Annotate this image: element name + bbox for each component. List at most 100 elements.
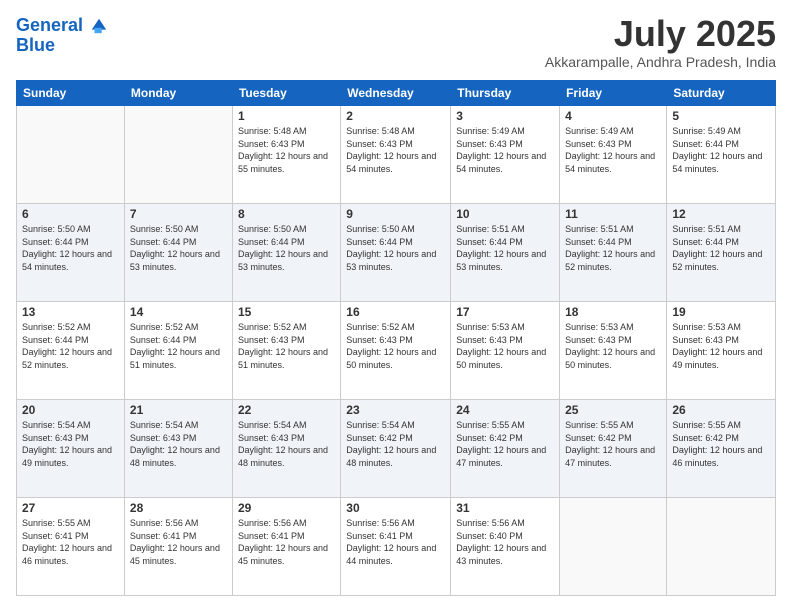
day-number: 5 [672,109,770,123]
calendar-cell: 22 Sunrise: 5:54 AM Sunset: 6:43 PM Dayli… [232,400,340,498]
day-number: 6 [22,207,119,221]
day-info: Sunrise: 5:52 AM Sunset: 6:43 PM Dayligh… [346,321,445,371]
day-info: Sunrise: 5:50 AM Sunset: 6:44 PM Dayligh… [22,223,119,273]
day-info: Sunrise: 5:50 AM Sunset: 6:44 PM Dayligh… [346,223,445,273]
calendar-cell: 8 Sunrise: 5:50 AM Sunset: 6:44 PM Daylig… [232,204,340,302]
calendar-cell: 31 Sunrise: 5:56 AM Sunset: 6:40 PM Dayli… [451,498,560,596]
day-number: 28 [130,501,227,515]
calendar-cell [667,498,776,596]
calendar-cell: 3 Sunrise: 5:49 AM Sunset: 6:43 PM Daylig… [451,106,560,204]
calendar-cell: 28 Sunrise: 5:56 AM Sunset: 6:41 PM Dayli… [124,498,232,596]
day-header-friday: Friday [560,81,667,106]
day-number: 11 [565,207,661,221]
day-number: 21 [130,403,227,417]
day-number: 16 [346,305,445,319]
calendar-cell: 27 Sunrise: 5:55 AM Sunset: 6:41 PM Dayli… [17,498,125,596]
day-number: 17 [456,305,554,319]
day-info: Sunrise: 5:50 AM Sunset: 6:44 PM Dayligh… [130,223,227,273]
calendar-cell: 7 Sunrise: 5:50 AM Sunset: 6:44 PM Daylig… [124,204,232,302]
calendar-cell: 24 Sunrise: 5:55 AM Sunset: 6:42 PM Dayli… [451,400,560,498]
day-info: Sunrise: 5:56 AM Sunset: 6:41 PM Dayligh… [130,517,227,567]
calendar-cell: 13 Sunrise: 5:52 AM Sunset: 6:44 PM Dayli… [17,302,125,400]
day-header-wednesday: Wednesday [341,81,451,106]
day-number: 27 [22,501,119,515]
day-number: 23 [346,403,445,417]
day-info: Sunrise: 5:54 AM Sunset: 6:43 PM Dayligh… [130,419,227,469]
day-number: 14 [130,305,227,319]
logo-blue: Blue [16,36,108,56]
calendar-table: SundayMondayTuesdayWednesdayThursdayFrid… [16,80,776,596]
day-number: 22 [238,403,335,417]
calendar-cell: 14 Sunrise: 5:52 AM Sunset: 6:44 PM Dayli… [124,302,232,400]
day-number: 8 [238,207,335,221]
day-number: 31 [456,501,554,515]
calendar-cell [124,106,232,204]
calendar-week-row: 1Sunrise: 5:48 AM Sunset: 6:43 PM Daylig… [17,106,776,204]
calendar-cell: 11Sunrise: 5:51 AM Sunset: 6:44 PM Dayli… [560,204,667,302]
day-number: 19 [672,305,770,319]
calendar-cell [17,106,125,204]
calendar-cell: 5 Sunrise: 5:49 AM Sunset: 6:44 PM Daylig… [667,106,776,204]
day-info: Sunrise: 5:55 AM Sunset: 6:42 PM Dayligh… [456,419,554,469]
day-number: 26 [672,403,770,417]
calendar-cell: 10Sunrise: 5:51 AM Sunset: 6:44 PM Dayli… [451,204,560,302]
day-number: 24 [456,403,554,417]
calendar-cell: 29 Sunrise: 5:56 AM Sunset: 6:41 PM Dayli… [232,498,340,596]
day-info: Sunrise: 5:52 AM Sunset: 6:43 PM Dayligh… [238,321,335,371]
day-info: Sunrise: 5:50 AM Sunset: 6:44 PM Dayligh… [238,223,335,273]
calendar-cell: 20 Sunrise: 5:54 AM Sunset: 6:43 PM Dayli… [17,400,125,498]
calendar-cell: 2Sunrise: 5:48 AM Sunset: 6:43 PM Daylig… [341,106,451,204]
calendar-cell: 30Sunrise: 5:56 AM Sunset: 6:41 PM Dayli… [341,498,451,596]
calendar-cell: 19Sunrise: 5:53 AM Sunset: 6:43 PM Dayli… [667,302,776,400]
day-number: 18 [565,305,661,319]
calendar-week-row: 13 Sunrise: 5:52 AM Sunset: 6:44 PM Dayli… [17,302,776,400]
calendar-header-row: SundayMondayTuesdayWednesdayThursdayFrid… [17,81,776,106]
day-number: 30 [346,501,445,515]
calendar-week-row: 6 Sunrise: 5:50 AM Sunset: 6:44 PM Daylig… [17,204,776,302]
calendar-week-row: 27 Sunrise: 5:55 AM Sunset: 6:41 PM Dayli… [17,498,776,596]
day-number: 25 [565,403,661,417]
day-header-saturday: Saturday [667,81,776,106]
day-number: 15 [238,305,335,319]
calendar-cell: 26Sunrise: 5:55 AM Sunset: 6:42 PM Dayli… [667,400,776,498]
day-number: 12 [672,207,770,221]
day-info: Sunrise: 5:49 AM Sunset: 6:43 PM Dayligh… [456,125,554,175]
calendar-cell: 1Sunrise: 5:48 AM Sunset: 6:43 PM Daylig… [232,106,340,204]
day-info: Sunrise: 5:52 AM Sunset: 6:44 PM Dayligh… [130,321,227,371]
day-info: Sunrise: 5:55 AM Sunset: 6:42 PM Dayligh… [565,419,661,469]
day-info: Sunrise: 5:56 AM Sunset: 6:41 PM Dayligh… [238,517,335,567]
logo-icon [90,17,108,35]
day-number: 20 [22,403,119,417]
calendar-cell: 9Sunrise: 5:50 AM Sunset: 6:44 PM Daylig… [341,204,451,302]
day-header-thursday: Thursday [451,81,560,106]
day-header-monday: Monday [124,81,232,106]
day-info: Sunrise: 5:51 AM Sunset: 6:44 PM Dayligh… [672,223,770,273]
calendar-cell: 21 Sunrise: 5:54 AM Sunset: 6:43 PM Dayli… [124,400,232,498]
calendar-cell: 16 Sunrise: 5:52 AM Sunset: 6:43 PM Dayli… [341,302,451,400]
page: General Blue July 2025 Akkarampalle, And… [0,0,792,612]
day-info: Sunrise: 5:48 AM Sunset: 6:43 PM Dayligh… [238,125,335,175]
day-info: Sunrise: 5:54 AM Sunset: 6:43 PM Dayligh… [238,419,335,469]
day-number: 2 [346,109,445,123]
day-info: Sunrise: 5:52 AM Sunset: 6:44 PM Dayligh… [22,321,119,371]
calendar-cell: 15 Sunrise: 5:52 AM Sunset: 6:43 PM Dayli… [232,302,340,400]
calendar-cell: 6 Sunrise: 5:50 AM Sunset: 6:44 PM Daylig… [17,204,125,302]
title-block: July 2025 Akkarampalle, Andhra Pradesh, … [545,16,776,70]
calendar-cell: 12 Sunrise: 5:51 AM Sunset: 6:44 PM Dayli… [667,204,776,302]
day-info: Sunrise: 5:53 AM Sunset: 6:43 PM Dayligh… [456,321,554,371]
day-info: Sunrise: 5:55 AM Sunset: 6:41 PM Dayligh… [22,517,119,567]
logo: General Blue [16,16,108,56]
location: Akkarampalle, Andhra Pradesh, India [545,54,776,70]
day-info: Sunrise: 5:49 AM Sunset: 6:44 PM Dayligh… [672,125,770,175]
calendar-cell: 18Sunrise: 5:53 AM Sunset: 6:43 PM Dayli… [560,302,667,400]
day-info: Sunrise: 5:54 AM Sunset: 6:43 PM Dayligh… [22,419,119,469]
day-number: 13 [22,305,119,319]
day-info: Sunrise: 5:56 AM Sunset: 6:40 PM Dayligh… [456,517,554,567]
day-number: 7 [130,207,227,221]
day-number: 3 [456,109,554,123]
day-info: Sunrise: 5:49 AM Sunset: 6:43 PM Dayligh… [565,125,661,175]
calendar-week-row: 20 Sunrise: 5:54 AM Sunset: 6:43 PM Dayli… [17,400,776,498]
logo-text: General [16,16,108,36]
day-header-tuesday: Tuesday [232,81,340,106]
day-number: 29 [238,501,335,515]
